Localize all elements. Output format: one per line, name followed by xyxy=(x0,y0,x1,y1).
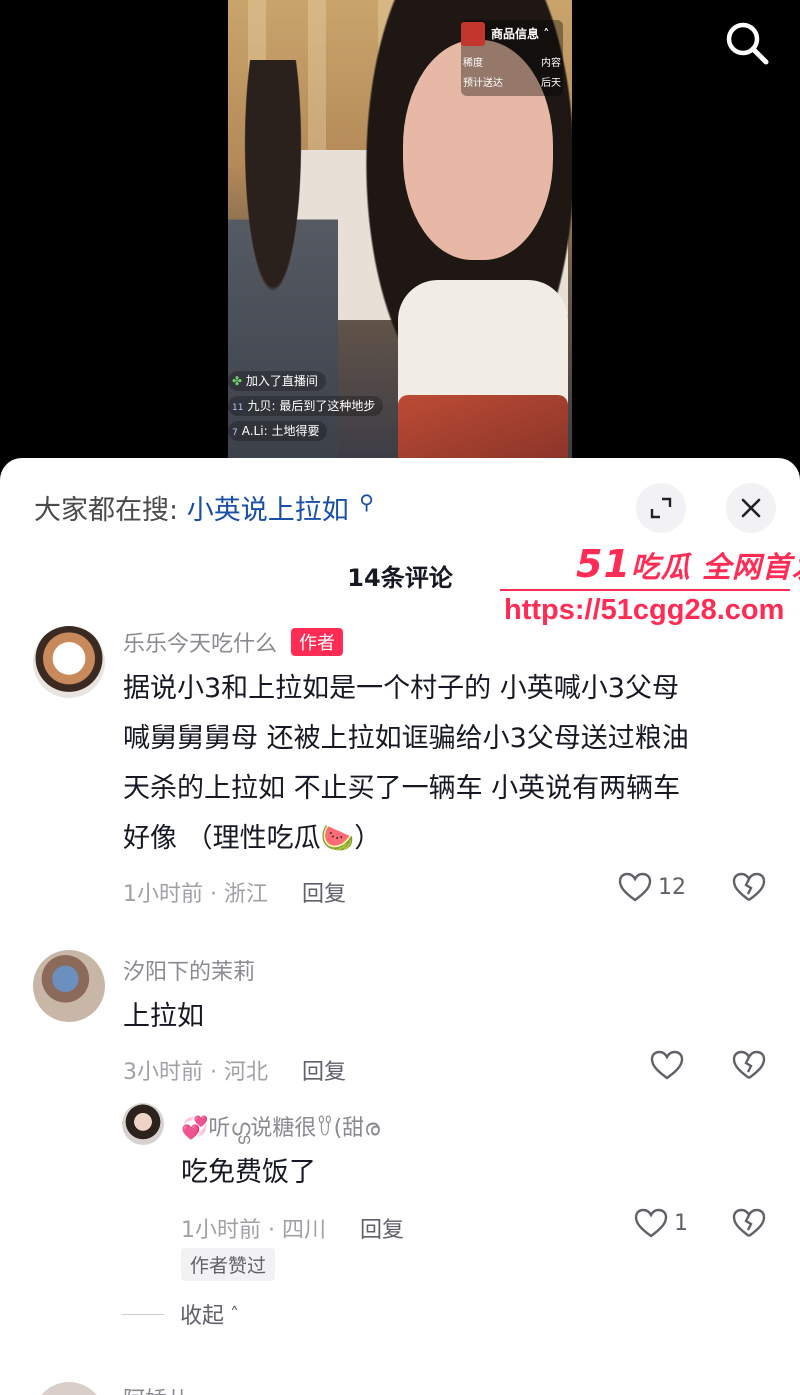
clover-icon: ✤ xyxy=(232,374,246,388)
dislike-button[interactable] xyxy=(732,1050,766,1084)
like-button[interactable]: 12 xyxy=(618,872,686,902)
hot-search-keyword[interactable]: 小英说上拉如 xyxy=(187,495,349,526)
product-value: 内容 xyxy=(541,58,561,69)
divider xyxy=(122,1313,164,1315)
search-small-icon: ⚲ xyxy=(359,490,374,514)
level-badge: 7 xyxy=(232,428,238,438)
reply-button[interactable]: 回复 xyxy=(302,1060,346,1085)
author-badge: 作者 xyxy=(291,628,344,656)
reply-button[interactable]: 回复 xyxy=(302,882,346,907)
chat-message: ✤ 加入了直播间 xyxy=(228,371,326,391)
like-count: 12 xyxy=(658,874,686,900)
comment-meta: 3小时前 · 河北 xyxy=(123,1060,268,1085)
avatar[interactable] xyxy=(33,626,105,698)
heart-icon xyxy=(618,872,652,902)
level-badge: 11 xyxy=(232,403,244,413)
watermark-underline xyxy=(500,589,790,591)
heart-icon xyxy=(650,1050,684,1080)
chat-text: 土地得要 xyxy=(271,424,320,438)
comment-sheet: 大家都在搜: 小英说上拉如 ⚲ 14条评论 51吃瓜 全网首发 https://… xyxy=(0,458,800,1395)
watermark-url: https://51cgg28.com xyxy=(504,594,785,626)
avatar[interactable] xyxy=(122,1103,164,1145)
comment-text: 吃免费饭了 xyxy=(181,1157,316,1188)
close-button[interactable] xyxy=(726,483,776,533)
chat-user: 九贝: xyxy=(247,399,276,413)
collapse-label: 收起 xyxy=(180,1304,225,1329)
chevron-up-icon: ˄ xyxy=(539,27,550,41)
product-title: 商品信息 xyxy=(491,27,540,41)
comment-username[interactable]: 💞听ഗ്ഗ说糖很ꀎ(甜ര xyxy=(181,1110,380,1142)
comment-meta: 1小时前 · 浙江 xyxy=(123,882,268,907)
chat-text: 最后到了这种地步 xyxy=(279,399,376,413)
like-count: 1 xyxy=(674,1210,688,1236)
broken-heart-icon xyxy=(732,1208,766,1237)
close-icon xyxy=(741,498,761,518)
avatar[interactable] xyxy=(33,1382,105,1395)
watermark-brand: 51吃瓜 全网首发 xyxy=(576,542,800,586)
author-liked-badge: 作者赞过 xyxy=(181,1248,276,1281)
chat-message: 11 九贝: 最后到了这种地步 xyxy=(228,396,384,416)
dislike-button[interactable] xyxy=(732,872,766,906)
product-value: 后天 xyxy=(541,78,561,89)
broken-heart-icon xyxy=(732,872,766,901)
live-video[interactable]: 商品信息 ˄ 稀度 内容 预计送达 后天 ✤ 加入了直播间 11 九贝: 最后到了… xyxy=(228,0,572,470)
comment-username[interactable]: 乐乐今天吃什么 xyxy=(123,632,277,657)
product-label: 稀度 xyxy=(463,58,483,69)
comment-text: 据说小3和上拉如是一个村子的 小英喊小3父母 喊舅舅舅母 还被上拉如诓骗给小3父… xyxy=(123,673,689,854)
comment-username[interactable]: 汐阳下的茉莉 xyxy=(123,954,255,986)
like-button[interactable] xyxy=(650,1050,690,1080)
hot-search-bar[interactable]: 大家都在搜: 小英说上拉如 ⚲ xyxy=(34,488,374,527)
chat-message: 7 A.Li: 土地得要 xyxy=(228,421,328,441)
dislike-button[interactable] xyxy=(732,1208,766,1242)
like-button[interactable]: 1 xyxy=(634,1208,688,1238)
reply-button[interactable]: 回复 xyxy=(360,1218,404,1243)
collapse-replies-button[interactable]: 收起 ˄ xyxy=(122,1298,239,1330)
expand-button[interactable] xyxy=(636,483,686,533)
product-label: 预计送达 xyxy=(463,78,503,89)
avatar[interactable] xyxy=(33,950,105,1022)
comment-username[interactable]: 阿娇儿 xyxy=(123,1382,189,1395)
broken-heart-icon xyxy=(732,1050,766,1079)
chat-user: A.Li: xyxy=(241,424,268,438)
comment-meta: 1小时前 · 四川 xyxy=(181,1218,326,1243)
product-thumbnail xyxy=(461,22,485,46)
comment-text: 上拉如 xyxy=(123,1001,204,1032)
product-info-card[interactable]: 商品信息 ˄ 稀度 内容 预计送达 后天 xyxy=(461,20,563,96)
search-icon[interactable] xyxy=(724,20,770,66)
expand-icon xyxy=(650,497,672,519)
hot-search-label: 大家都在搜: xyxy=(34,495,179,526)
chevron-up-icon: ˄ xyxy=(230,1303,240,1325)
heart-icon xyxy=(634,1208,668,1238)
